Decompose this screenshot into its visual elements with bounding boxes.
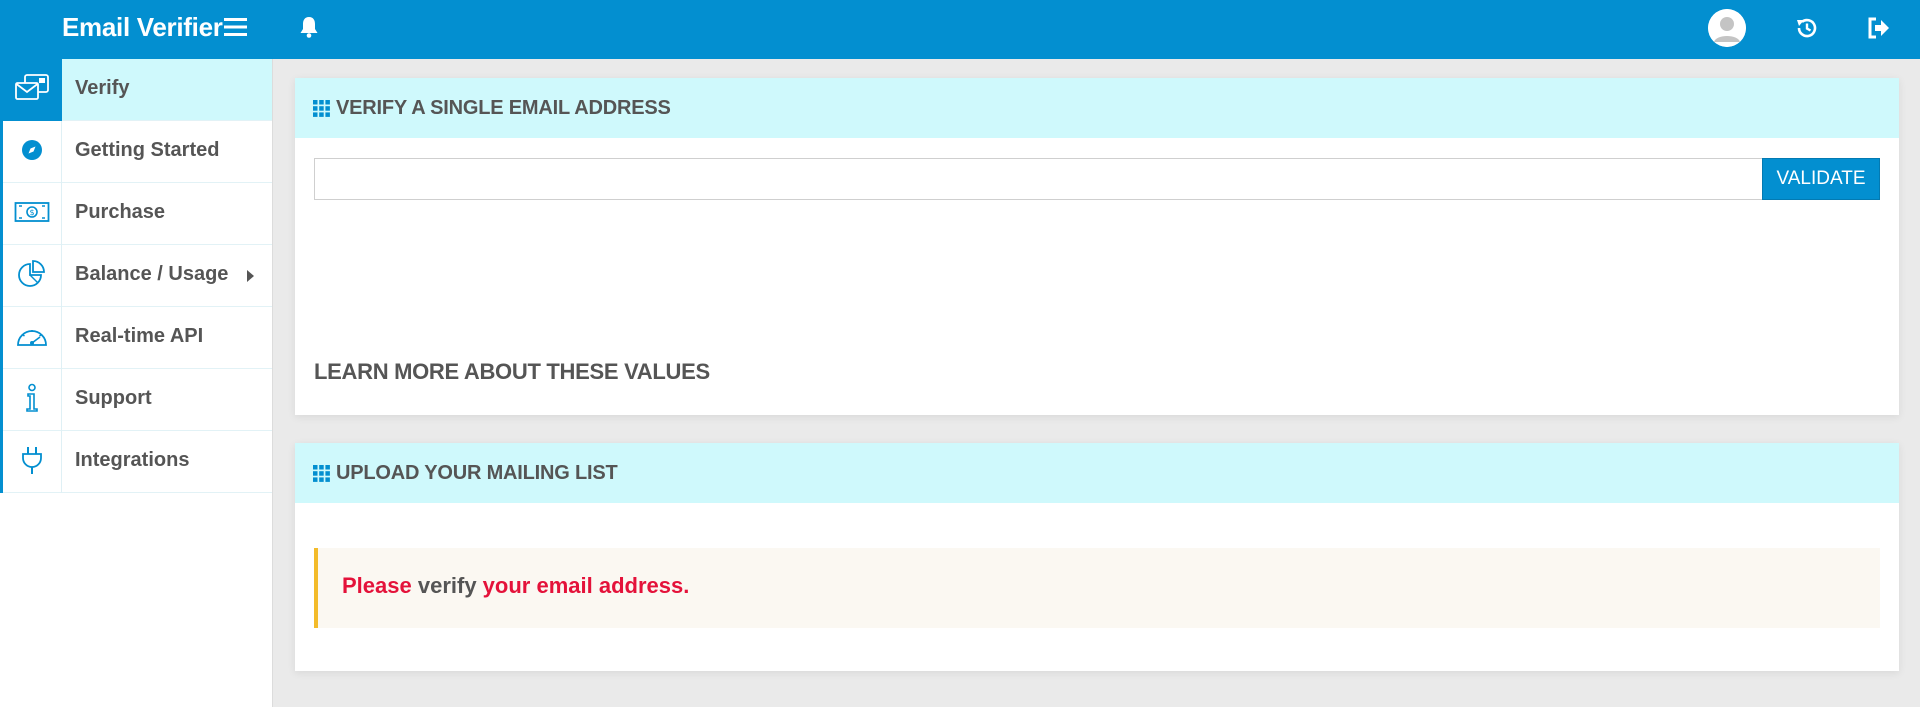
validate-button[interactable]: VALIDATE: [1762, 158, 1880, 200]
sidebar-item-label: Balance / Usage: [75, 263, 229, 285]
logout-icon[interactable]: [1866, 16, 1892, 40]
top-bar: Email Verifier: [0, 0, 1920, 59]
hamburger-menu-icon[interactable]: [224, 17, 247, 37]
alert-message: Please verify your email address.: [342, 573, 689, 599]
alert-text-please: Please: [342, 573, 412, 598]
info-icon: [24, 383, 40, 418]
user-avatar[interactable]: [1708, 9, 1746, 47]
history-icon[interactable]: [1794, 15, 1820, 41]
email-card-icon: [14, 73, 50, 108]
sidebar-item-support[interactable]: Support: [0, 369, 272, 431]
learn-more-heading: LEARN MORE ABOUT THESE VALUES: [314, 359, 710, 384]
sidebar-item-label: Integrations: [75, 449, 190, 471]
svg-text:$: $: [29, 208, 34, 217]
sidebar-item-verify[interactable]: Verify: [0, 59, 272, 121]
grid-icon: [313, 99, 330, 117]
brand-title[interactable]: Email Verifier: [62, 12, 223, 43]
sidebar-item-real-time-api[interactable]: Real-time API: [0, 307, 272, 369]
verify-panel-title: VERIFY A SINGLE EMAIL ADDRESS: [336, 96, 671, 119]
upload-panel-header: UPLOAD YOUR MAILING LIST: [295, 443, 1899, 503]
sidebar-item-label: Support: [75, 387, 152, 409]
verify-email-alert: Please verify your email address.: [314, 548, 1880, 628]
sidebar-item-label: Real-time API: [75, 325, 204, 347]
sidebar-item-label: Purchase: [75, 201, 166, 223]
alert-text-email-address: your email address.: [482, 573, 690, 598]
sidebar-item-balance-usage[interactable]: Balance / Usage: [0, 245, 272, 307]
email-input[interactable]: [314, 158, 1764, 200]
speedometer-icon: [15, 323, 49, 354]
plug-icon: [20, 445, 44, 480]
alert-text-verify: verify: [411, 573, 483, 598]
compass-icon: [21, 139, 43, 166]
sidebar-item-getting-started[interactable]: Getting Started: [0, 121, 272, 183]
banknote-icon: $: [14, 201, 50, 228]
sidebar-item-label: Getting Started: [75, 139, 220, 161]
pie-chart-icon: [17, 259, 47, 293]
sidebar-item-integrations[interactable]: Integrations: [0, 431, 272, 493]
sidebar: Verify Getting Started $ Purchase Balanc…: [0, 59, 273, 707]
grid-icon: [313, 464, 330, 482]
sidebar-item-purchase[interactable]: $ Purchase: [0, 183, 272, 245]
caret-right-icon: [247, 270, 254, 282]
verify-panel: VERIFY A SINGLE EMAIL ADDRESS VALIDATE L…: [295, 78, 1899, 415]
bell-icon[interactable]: [298, 15, 320, 39]
upload-panel-title: UPLOAD YOUR MAILING LIST: [336, 461, 618, 484]
sidebar-item-label: Verify: [75, 77, 130, 99]
verify-panel-header: VERIFY A SINGLE EMAIL ADDRESS: [295, 78, 1899, 138]
upload-panel: UPLOAD YOUR MAILING LIST Please verify y…: [295, 443, 1899, 671]
